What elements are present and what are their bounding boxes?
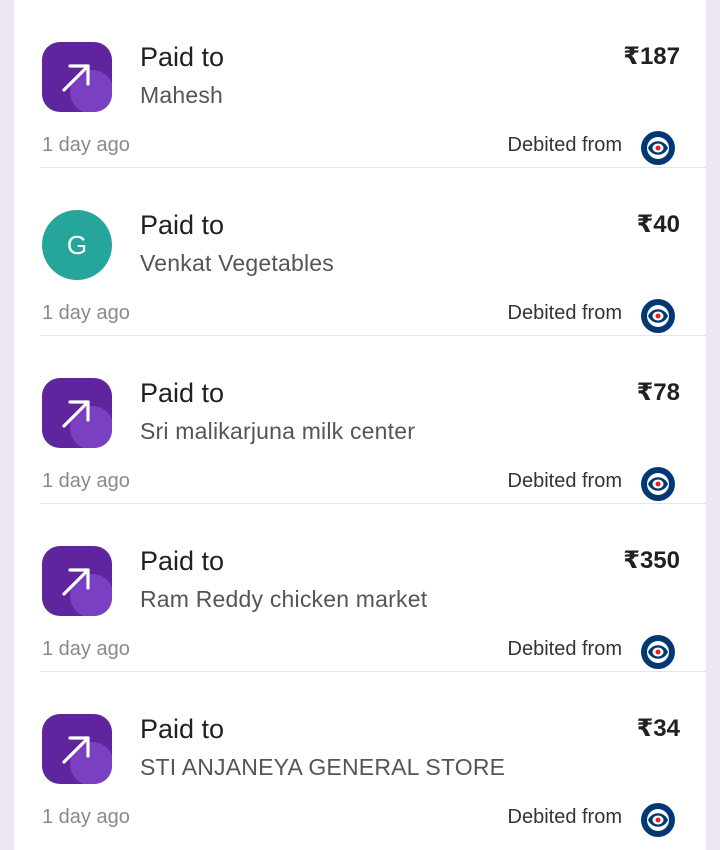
payment-icon (42, 378, 112, 448)
debited-from-label: Debited from (507, 134, 623, 156)
transaction-time: 1 day ago (42, 638, 130, 660)
phonepe-send-arrow-icon (42, 546, 112, 616)
debited-from-label: Debited from (507, 470, 623, 492)
transaction-amount: ₹350 (623, 547, 680, 574)
transaction-amount: ₹34 (636, 715, 680, 742)
paid-to-label: Paid to (140, 210, 225, 240)
payee-name: Venkat Vegetables (140, 250, 334, 276)
payee-name: Sri malikarjuna milk center (140, 418, 416, 444)
transaction-item[interactable]: Paid to Ram Reddy chicken market ₹350 1 … (40, 504, 706, 672)
transaction-amount: ₹78 (636, 379, 680, 406)
paid-to-label: Paid to (140, 42, 225, 72)
letter-avatar: G (42, 210, 112, 280)
transaction-item[interactable]: Paid to STI ANJANEYA GENERAL STORE ₹34 1… (40, 672, 706, 840)
transaction-time: 1 day ago (42, 302, 130, 324)
phonepe-send-arrow-icon (42, 378, 112, 448)
payment-icon (42, 714, 112, 784)
payment-icon: G (42, 210, 112, 280)
paid-to-label: Paid to (140, 714, 225, 744)
transaction-item[interactable]: G Paid to Venkat Vegetables ₹40 1 day ag… (40, 168, 706, 336)
payee-name: Ram Reddy chicken market (140, 586, 428, 612)
debited-from-label: Debited from (507, 806, 623, 828)
transaction-item[interactable]: Paid to Sri malikarjuna milk center ₹78 … (40, 336, 706, 504)
transaction-time: 1 day ago (42, 470, 130, 492)
kotak-bank-logo-icon (641, 803, 675, 837)
kotak-bank-logo-icon (641, 635, 675, 669)
kotak-bank-logo-icon (641, 131, 675, 165)
payee-name: STI ANJANEYA GENERAL STORE (140, 754, 506, 780)
phonepe-send-arrow-icon (42, 42, 112, 112)
paid-to-label: Paid to (140, 378, 225, 408)
debited-from-label: Debited from (507, 302, 623, 324)
transaction-amount: ₹187 (623, 43, 680, 70)
debited-from-label: Debited from (507, 638, 623, 660)
transaction-time: 1 day ago (42, 806, 130, 828)
payment-icon (42, 42, 112, 112)
paid-to-label: Paid to (140, 546, 225, 576)
transaction-item[interactable]: Paid to Mahesh ₹187 1 day ago Debited fr… (40, 0, 706, 168)
payee-name: Mahesh (140, 82, 224, 108)
payment-icon (42, 546, 112, 616)
transaction-time: 1 day ago (42, 134, 130, 156)
kotak-bank-logo-icon (641, 467, 675, 501)
phonepe-send-arrow-icon (42, 714, 112, 784)
transaction-amount: ₹40 (636, 211, 680, 238)
transaction-history-card: Paid to Mahesh ₹187 1 day ago Debited fr… (14, 0, 706, 850)
kotak-bank-logo-icon (641, 299, 675, 333)
